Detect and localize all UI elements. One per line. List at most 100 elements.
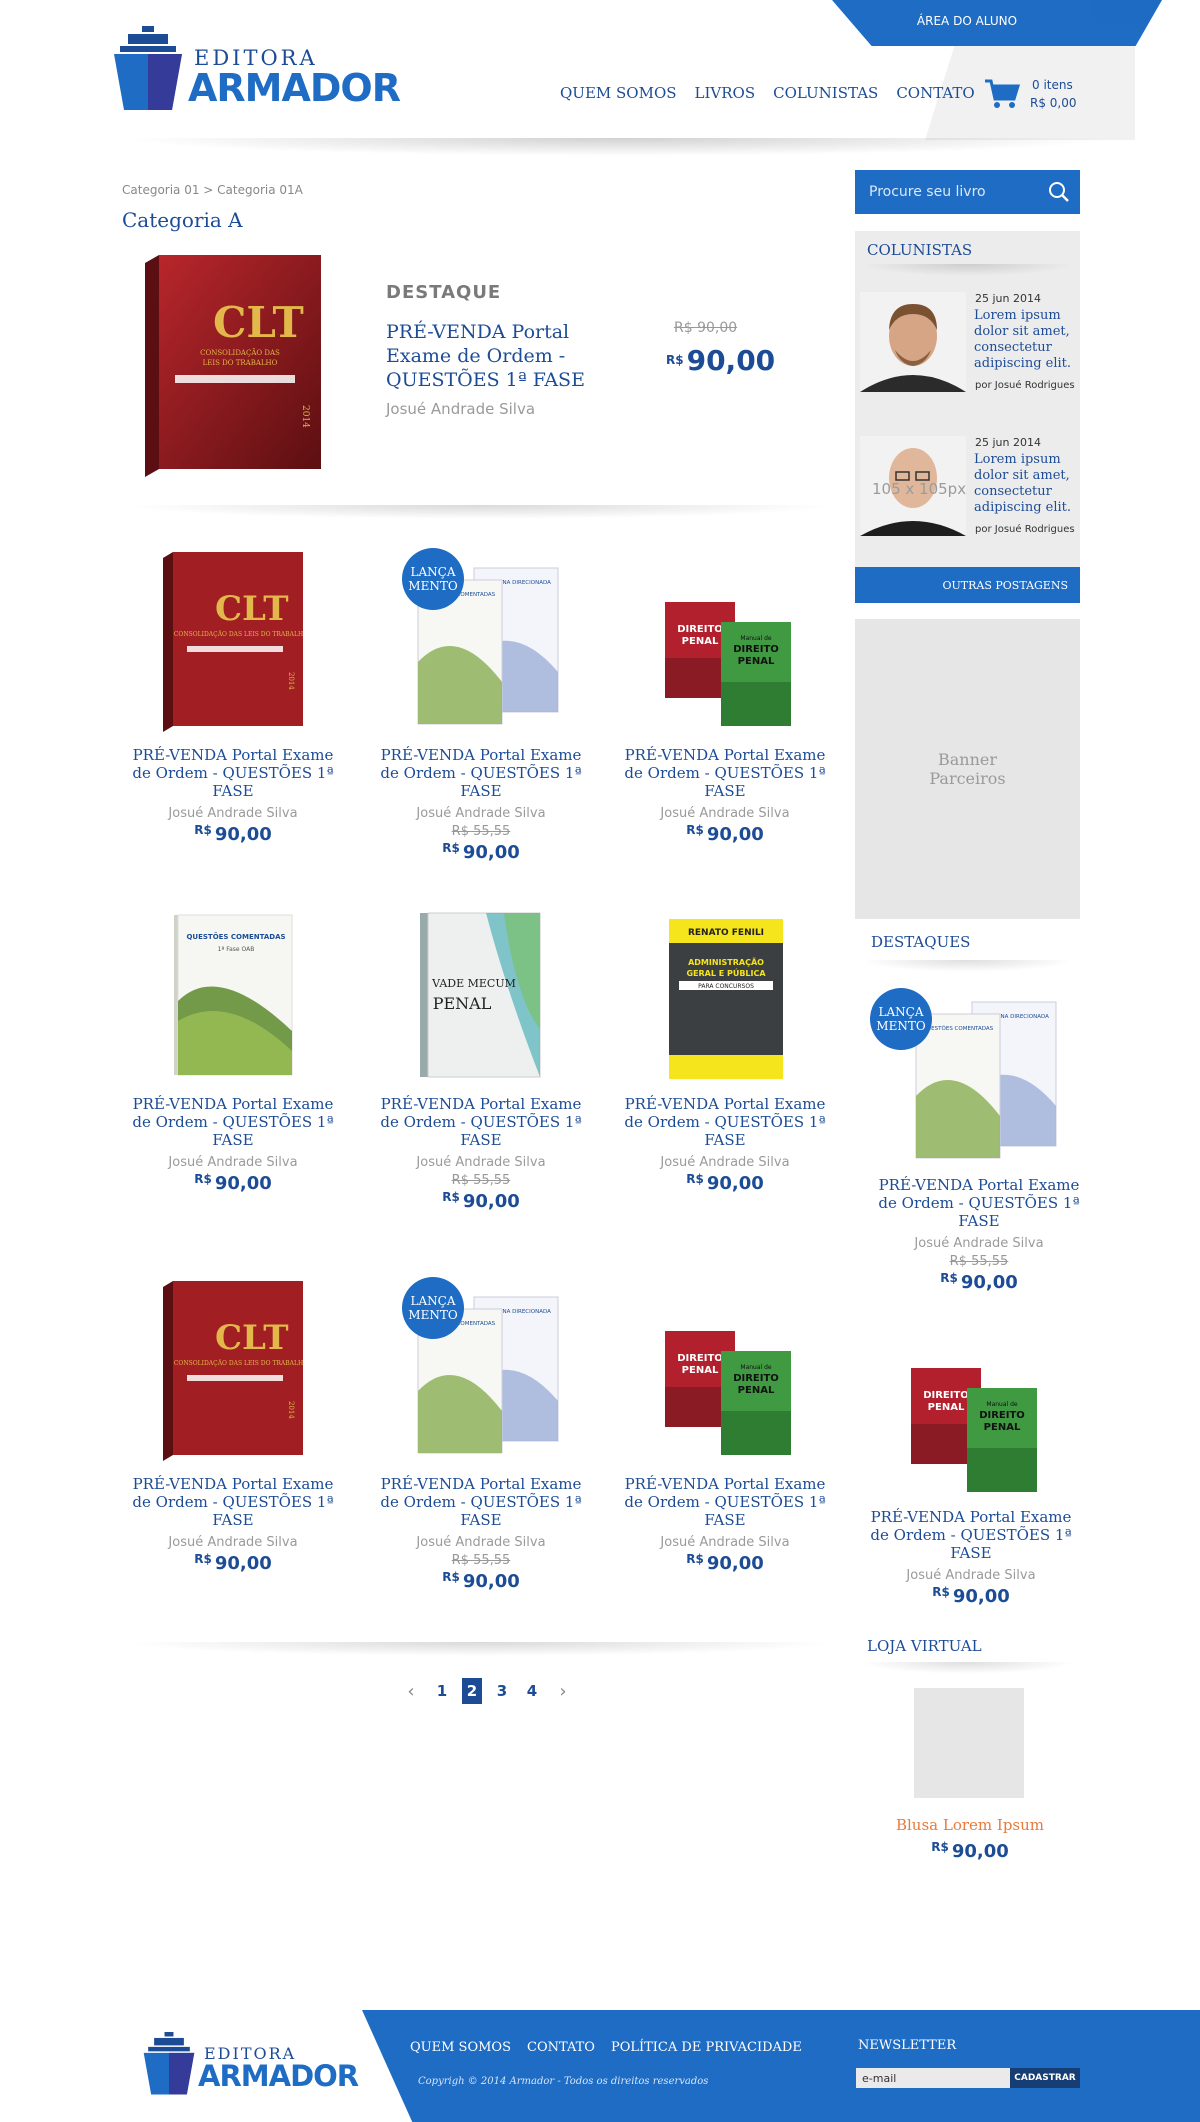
product-author: Josué Andrade Silva: [416, 1535, 546, 1550]
product-title[interactable]: PRÉ-VENDA Portal Exame de Ordem - QUESTÕ…: [376, 1095, 586, 1149]
nav-colunistas[interactable]: COLUNISTAS: [773, 84, 878, 102]
highlight-cover[interactable]: DIREITO PENAL Manual de DIREITO PENAL: [866, 1320, 1076, 1508]
columnist-excerpt[interactable]: Lorem ipsum dolor sit amet, consectetur …: [974, 308, 1074, 372]
product-card[interactable]: CLT CONSOLIDAÇÃO DAS LEIS DO TRABALHO 20…: [128, 548, 338, 845]
nav-quem-somos[interactable]: QUEM SOMOS: [560, 84, 677, 102]
product-title[interactable]: PRÉ-VENDA Portal Exame de Ordem - QUESTÕ…: [620, 1475, 830, 1529]
product-author: Josué Andrade Silva: [416, 806, 546, 821]
student-area-tab[interactable]: ÁREA DO ALUNO: [832, 0, 1162, 46]
product-title[interactable]: PRÉ-VENDA Portal Exame de Ordem - QUESTÕ…: [128, 746, 338, 800]
svg-text:DIREITO: DIREITO: [979, 1410, 1025, 1421]
clt-book-cover: CLT CONSOLIDAÇÃO DAS LEIS DO TRABALHO 20…: [145, 255, 321, 477]
highlight-title[interactable]: PRÉ-VENDA Portal Exame de Ordem - QUESTÕ…: [874, 1176, 1084, 1230]
featured-title[interactable]: PRÉ-VENDA Portal Exame de Ordem - QUESTÕ…: [386, 320, 606, 392]
student-area-label: ÁREA DO ALUNO: [916, 14, 1018, 28]
product-card[interactable]: LANÇA MENTO DOUTRINA DIRECIONADA QUESTÕE…: [376, 548, 586, 863]
highlight-card[interactable]: LANÇA MENTO DOUTRINA DIRECIONADA QUESTÕE…: [870, 988, 1084, 1293]
cart-icon: [985, 79, 1020, 108]
columnist-photo: 105 x 105px: [860, 436, 966, 536]
footer-nav-quem-somos[interactable]: QUEM SOMOS: [410, 2040, 511, 2055]
product-card[interactable]: RENATO FENILI ADMINISTRAÇÃO GERAL E PÚBL…: [620, 897, 830, 1194]
breadcrumb[interactable]: Categoria 01 > Categoria 01A: [122, 183, 303, 197]
page-2[interactable]: 2: [462, 1678, 482, 1704]
product-card[interactable]: VADE MECUM PENAL PRÉ-VENDA Portal Exame …: [376, 897, 586, 1212]
cart[interactable]: 0 itens R$ 0,00: [984, 74, 1094, 114]
product-old-price: R$ 55,55: [451, 1553, 511, 1568]
product-cover[interactable]: LANÇA MENTO DOUTRINA DIRECIONADA QUESTÕE…: [376, 1277, 586, 1475]
page-4[interactable]: 4: [522, 1678, 542, 1704]
product-price: R$ 90,00: [194, 1552, 272, 1574]
product-cover[interactable]: DIREITO PENAL Manual de DIREITO PENAL: [620, 548, 830, 746]
product-cover[interactable]: DIREITO PENAL Manual de DIREITO PENAL: [620, 1277, 830, 1475]
svg-text:1ª Fase OAB: 1ª Fase OAB: [218, 946, 255, 953]
product-cover[interactable]: LANÇA MENTO DOUTRINA DIRECIONADA QUESTÕE…: [376, 548, 586, 746]
highlight-title[interactable]: PRÉ-VENDA Portal Exame de Ordem - QUESTÕ…: [866, 1508, 1076, 1562]
nav-livros[interactable]: LIVROS: [695, 84, 756, 102]
footer-logo[interactable]: EDITORA ARMADOR: [140, 2028, 359, 2098]
highlight-price: R$ 90,00: [940, 1271, 1018, 1293]
product-author: Josué Andrade Silva: [416, 1155, 546, 1170]
highlight-author: Josué Andrade Silva: [906, 1568, 1036, 1583]
columnist-date: 25 jun 2014: [975, 292, 1041, 305]
footer-nav-privacy[interactable]: POLÍTICA DE PRIVACIDADE: [611, 2040, 802, 2055]
more-posts-button[interactable]: OUTRAS POSTAGENS: [855, 567, 1080, 603]
featured-cover[interactable]: CLT CONSOLIDAÇÃO DAS LEIS DO TRABALHO 20…: [145, 255, 321, 481]
columnists-title: COLUNISTAS: [867, 241, 973, 259]
footer-nav: QUEM SOMOS CONTATO POLÍTICA DE PRIVACIDA…: [410, 2040, 802, 2055]
product-card[interactable]: LANÇA MENTO DOUTRINA DIRECIONADA QUESTÕE…: [376, 1277, 586, 1592]
product-cover[interactable]: CLT CONSOLIDAÇÃO DAS LEIS DO TRABALHO 20…: [128, 548, 338, 746]
svg-text:PENAL: PENAL: [738, 1385, 775, 1396]
newsletter-email-input[interactable]: [856, 2068, 1010, 2088]
shop-title: LOJA VIRTUAL: [867, 1637, 982, 1655]
svg-text:DIREITO: DIREITO: [923, 1390, 969, 1401]
footer-nav-contato[interactable]: CONTATO: [527, 2040, 595, 2055]
chevron-right-icon[interactable]: ›: [552, 1681, 574, 1702]
product-card[interactable]: DIREITO PENAL Manual de DIREITO PENAL PR…: [620, 1277, 830, 1574]
product-price: R$ 90,00: [686, 1552, 764, 1574]
featured-label: DESTAQUE: [386, 282, 502, 303]
product-cover[interactable]: RENATO FENILI ADMINISTRAÇÃO GERAL E PÚBL…: [620, 897, 830, 1095]
product-card[interactable]: DIREITO PENAL Manual de DIREITO PENAL PR…: [620, 548, 830, 845]
nav-contato[interactable]: CONTATO: [896, 84, 974, 102]
product-title[interactable]: PRÉ-VENDA Portal Exame de Ordem - QUESTÕ…: [620, 746, 830, 800]
page-title: Categoria A: [122, 208, 243, 232]
featured-price: R$ 90,00: [666, 344, 776, 377]
product-title[interactable]: PRÉ-VENDA Portal Exame de Ordem - QUESTÕ…: [620, 1095, 830, 1149]
svg-text:DIREITO: DIREITO: [677, 1353, 723, 1364]
chevron-left-icon[interactable]: ‹: [400, 1681, 422, 1702]
columnist-card[interactable]: 105 x 105px 25 jun 2014 Lorem ipsum dolo…: [860, 436, 1075, 541]
search-input[interactable]: [855, 170, 1035, 214]
product-author: Josué Andrade Silva: [660, 1155, 790, 1170]
banner-label: Banner Parceiros: [929, 750, 1006, 788]
product-cover[interactable]: QUESTÕES COMENTADAS 1ª Fase OAB: [128, 897, 338, 1095]
shop-item-image[interactable]: [914, 1688, 1024, 1798]
shop-divider: [860, 1662, 1075, 1674]
svg-text:PARA CONCURSOS: PARA CONCURSOS: [698, 983, 754, 990]
columnist-excerpt[interactable]: Lorem ipsum dolor sit amet, consectetur …: [974, 452, 1074, 516]
product-author: Josué Andrade Silva: [660, 806, 790, 821]
product-title[interactable]: PRÉ-VENDA Portal Exame de Ordem - QUESTÕ…: [376, 746, 586, 800]
svg-text:Manual de: Manual de: [986, 1401, 1018, 1408]
svg-text:CONSOLIDAÇÃO DAS LEIS DO TRABA: CONSOLIDAÇÃO DAS LEIS DO TRABALHO: [174, 630, 303, 638]
logo[interactable]: EDITORA ARMADOR: [112, 26, 401, 112]
columnist-author: por Josué Rodrigues: [975, 524, 1075, 535]
product-author: Josué Andrade Silva: [660, 1535, 790, 1550]
cart-total: R$ 0,00: [1030, 96, 1077, 110]
page-3[interactable]: 3: [492, 1678, 512, 1704]
product-cover[interactable]: VADE MECUM PENAL: [376, 897, 586, 1095]
columnist-card[interactable]: 25 jun 2014 Lorem ipsum dolor sit amet, …: [860, 292, 1075, 397]
newsletter-label: NEWSLETTER: [858, 2038, 957, 2053]
product-card[interactable]: QUESTÕES COMENTADAS 1ª Fase OAB PRÉ-VEND…: [128, 897, 338, 1194]
partners-banner[interactable]: Banner Parceiros: [855, 619, 1080, 919]
page-1[interactable]: 1: [432, 1678, 452, 1704]
product-title[interactable]: PRÉ-VENDA Portal Exame de Ordem - QUESTÕ…: [128, 1095, 338, 1149]
product-card[interactable]: CLT CONSOLIDAÇÃO DAS LEIS DO TRABALHO 20…: [128, 1277, 338, 1574]
product-cover[interactable]: CLT CONSOLIDAÇÃO DAS LEIS DO TRABALHO 20…: [128, 1277, 338, 1475]
highlight-card[interactable]: DIREITO PENAL Manual de DIREITO PENAL PR…: [866, 1320, 1076, 1607]
shop-item-title[interactable]: Blusa Lorem Ipsum: [860, 1816, 1080, 1834]
highlight-cover[interactable]: LANÇA MENTO DOUTRINA DIRECIONADA QUESTÕE…: [870, 988, 1084, 1176]
newsletter-subscribe-button[interactable]: CADASTRAR: [1010, 2068, 1080, 2088]
product-title[interactable]: PRÉ-VENDA Portal Exame de Ordem - QUESTÕ…: [128, 1475, 338, 1529]
product-title[interactable]: PRÉ-VENDA Portal Exame de Ordem - QUESTÕ…: [376, 1475, 586, 1529]
search-icon[interactable]: [1048, 181, 1070, 203]
